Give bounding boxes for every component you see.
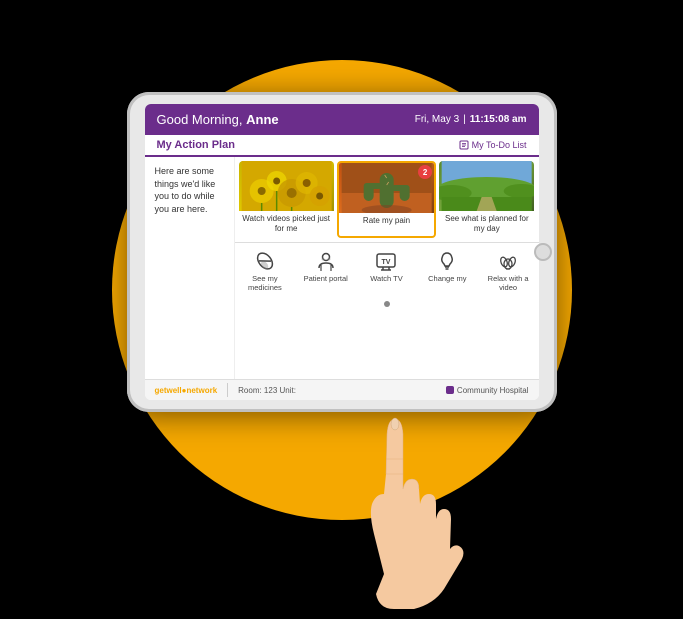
hand-overlay xyxy=(324,394,504,614)
todo-label: My To-Do List xyxy=(472,140,527,150)
pagination xyxy=(235,299,539,309)
tv-label: Watch TV xyxy=(370,274,403,283)
change-label: Change my xyxy=(428,274,466,283)
hand-svg xyxy=(324,394,504,614)
card-label-day: See what is planned for my day xyxy=(439,211,534,238)
pagination-dot-active xyxy=(384,301,390,307)
greeting-prefix: Good Morning, xyxy=(157,112,247,127)
content-area: Here are some things we'd like you to do… xyxy=(145,157,539,379)
card-label-videos: Watch videos picked just for me xyxy=(239,211,334,238)
time-display: 11:15:08 am xyxy=(470,114,527,125)
app-header: Good Morning, Anne Fri, May 3 | 11:15:08… xyxy=(145,104,539,135)
card-label-rate: Rate my pain xyxy=(339,213,434,229)
greeting-text: Good Morning, Anne xyxy=(157,112,279,127)
field-image xyxy=(439,161,534,211)
relax-label: Relax with a video xyxy=(480,274,537,292)
home-button[interactable] xyxy=(534,243,552,261)
relax-icon xyxy=(497,250,519,272)
tv-icon: TV xyxy=(375,250,397,272)
icon-item-medicines[interactable]: See my medicines xyxy=(235,247,296,295)
icon-item-change[interactable]: Change my xyxy=(417,247,478,295)
card-thumb-yellow xyxy=(239,161,334,211)
lightbulb-icon xyxy=(436,250,458,272)
svg-text:TV: TV xyxy=(382,259,391,266)
card-see-day[interactable]: See what is planned for my day xyxy=(439,161,534,238)
brand-network: network xyxy=(186,386,217,395)
todo-list-button[interactable]: My To-Do List xyxy=(459,140,527,150)
action-plan-title: My Action Plan xyxy=(157,139,235,151)
tablet-screen: Good Morning, Anne Fri, May 3 | 11:15:08… xyxy=(145,104,539,400)
icon-item-portal[interactable]: Patient portal xyxy=(295,247,356,295)
patient-name: Anne xyxy=(246,112,279,127)
bottom-icon-row: See my medicines xyxy=(235,242,539,299)
tablet-device: Good Morning, Anne Fri, May 3 | 11:15:08… xyxy=(127,92,557,412)
date-label: Fri, May 3 xyxy=(415,114,459,125)
brand-logo: getwell●network xyxy=(155,386,218,395)
person-icon xyxy=(315,250,337,272)
action-plan-bar: My Action Plan My To-Do List xyxy=(145,135,539,157)
footer-divider xyxy=(227,383,228,397)
left-description: Here are some things we'd like you to do… xyxy=(155,166,216,214)
list-icon xyxy=(459,140,469,150)
card-thumb-green xyxy=(439,161,534,211)
pill-icon xyxy=(254,250,276,272)
brand-text: getwell xyxy=(155,386,182,395)
icon-item-relax[interactable]: Relax with a video xyxy=(478,247,539,295)
room-info: Room: 123 Unit: xyxy=(238,386,296,395)
flower-image xyxy=(239,161,334,211)
portal-label: Patient portal xyxy=(304,274,348,283)
separator: | xyxy=(463,114,466,125)
icon-item-tv[interactable]: TV Watch TV xyxy=(356,247,417,295)
hospital-icon xyxy=(446,386,454,394)
card-rate-pain[interactable]: 2 Rate my pain xyxy=(337,161,436,238)
header-time: Fri, May 3 | 11:15:08 am xyxy=(415,114,527,125)
video-cards-row: Watch videos picked just for me xyxy=(235,157,539,242)
left-panel-text: Here are some things we'd like you to do… xyxy=(145,157,235,379)
cards-area: Watch videos picked just for me xyxy=(235,157,539,379)
medicines-label: See my medicines xyxy=(237,274,294,292)
card-watch-videos[interactable]: Watch videos picked just for me xyxy=(239,161,334,238)
